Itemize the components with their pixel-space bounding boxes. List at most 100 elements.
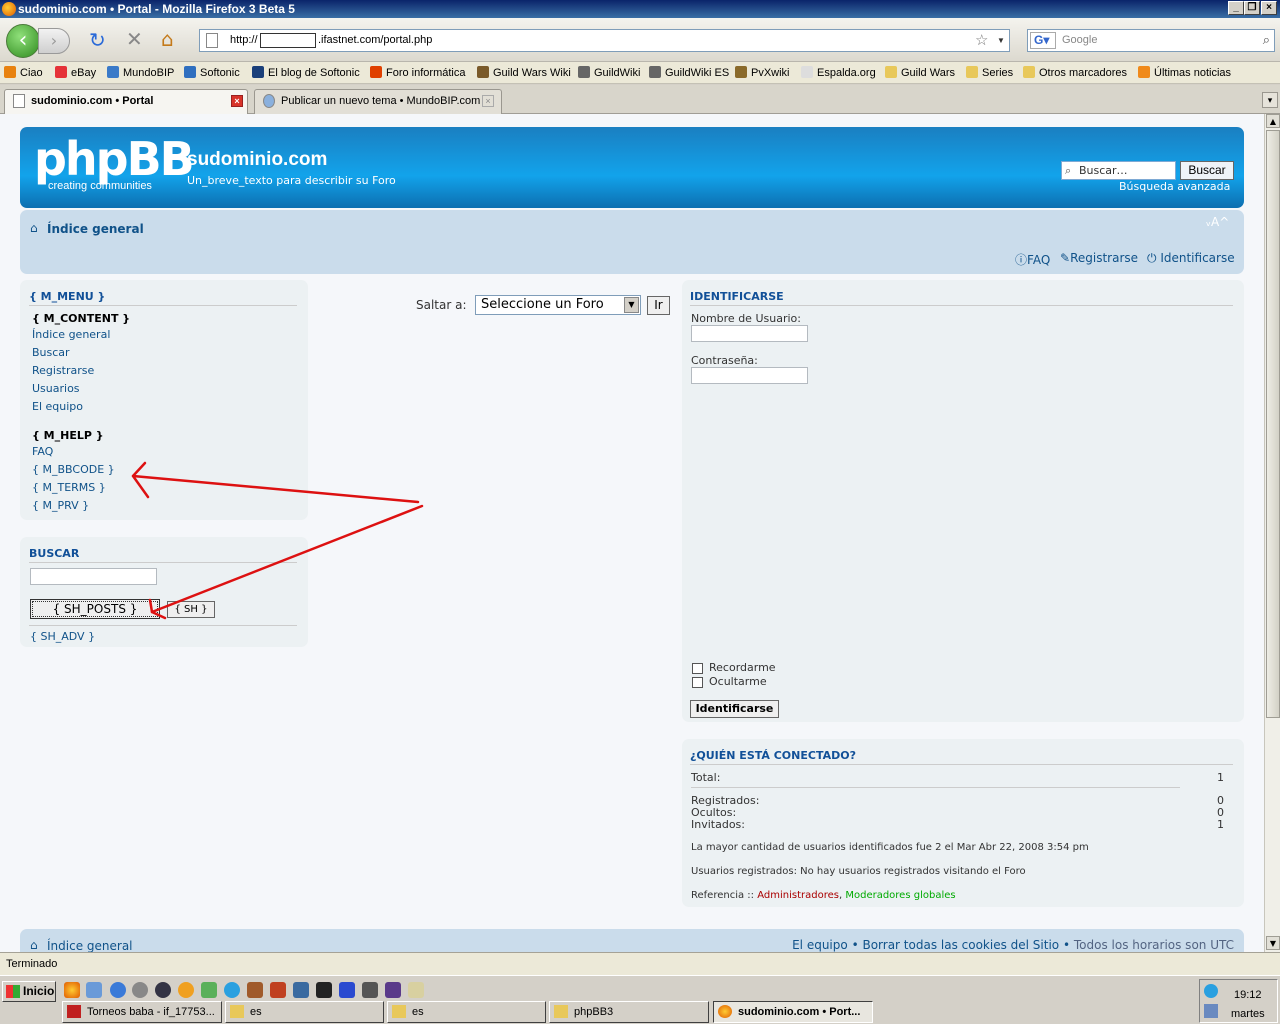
close-window-button[interactable]: × xyxy=(1261,1,1277,15)
jump-select[interactable]: Seleccione un Foro ▼ xyxy=(475,295,641,315)
taskbar-button-firefox[interactable]: sudominio.com • Port... xyxy=(713,1001,873,1023)
start-button[interactable]: Inicio xyxy=(2,981,56,1002)
legend-mods-link[interactable]: Moderadores globales xyxy=(845,890,955,901)
divider xyxy=(691,787,1180,788)
game-quicklaunch-icon[interactable] xyxy=(293,982,309,998)
scrollbar-thumb[interactable] xyxy=(1266,130,1280,718)
close-tab-icon[interactable]: × xyxy=(231,95,243,107)
login-submit-button[interactable]: Identificarse xyxy=(690,700,779,718)
firefox-quicklaunch-icon[interactable] xyxy=(64,982,80,998)
password-input[interactable] xyxy=(691,367,808,384)
tab-list-chevron-down-icon[interactable]: ▾ xyxy=(1262,92,1278,108)
messenger-quicklaunch-icon[interactable] xyxy=(201,982,217,998)
app-quicklaunch-icon[interactable] xyxy=(178,982,194,998)
stop-icon[interactable]: ✕ xyxy=(126,27,143,51)
menu-link-search[interactable]: Buscar xyxy=(32,346,70,359)
app-quicklaunch-icon[interactable] xyxy=(132,982,148,998)
search-icon[interactable]: ⌕ xyxy=(1263,32,1270,48)
minimize-button[interactable]: _ xyxy=(1228,1,1244,15)
bookmark-item[interactable]: Foro informática xyxy=(370,66,465,79)
forum-search-input[interactable]: ⌕ Buscar… xyxy=(1061,161,1176,180)
tab-mundobip[interactable]: Publicar un nuevo tema • MundoBIP.com × xyxy=(254,89,502,114)
reload-icon[interactable]: ↻ xyxy=(89,28,106,52)
forum-search-button[interactable]: Buscar xyxy=(1180,161,1234,180)
portal-search-input[interactable] xyxy=(30,568,157,585)
search-submit-button[interactable]: { SH } xyxy=(167,601,215,618)
menu-link-faq[interactable]: FAQ xyxy=(32,445,53,458)
menu-link-privacy[interactable]: { M_PRV } xyxy=(32,499,89,512)
bookmark-item[interactable]: eBay xyxy=(55,66,96,79)
close-tab-icon[interactable]: × xyxy=(482,95,494,107)
bookmark-item[interactable]: MundoBIP xyxy=(107,66,174,79)
bookmark-item[interactable]: GuildWiki xyxy=(578,66,640,79)
bookmark-item[interactable]: Guild Wars Wiki xyxy=(477,66,571,79)
ie-quicklaunch-icon[interactable] xyxy=(110,982,126,998)
page-scrollbar[interactable]: ▲ ▼ xyxy=(1264,114,1280,952)
taskbar-button-filezilla[interactable]: Torneos baba - if_17753... xyxy=(62,1001,222,1023)
bookmark-item[interactable]: Otros marcadores xyxy=(1023,66,1127,79)
menu-link-register[interactable]: Registrarse xyxy=(32,364,94,377)
legend-admins-link[interactable]: Administradores xyxy=(757,890,839,901)
bookmark-item[interactable]: GuildWiki ES xyxy=(649,66,729,79)
game-quicklaunch-icon[interactable] xyxy=(385,982,401,998)
breadcrumb-index[interactable]: Índice general xyxy=(47,222,144,236)
bookmark-star-icon[interactable]: ☆ xyxy=(975,30,988,51)
faq-link[interactable]: ⓘFAQ xyxy=(1015,251,1050,268)
phpbb-logo[interactable]: phpBB xyxy=(34,132,195,186)
skype-tray-icon[interactable] xyxy=(1204,984,1218,998)
bookmark-item[interactable]: Últimas noticias xyxy=(1138,66,1231,79)
bookmark-item[interactable]: Softonic xyxy=(184,66,240,79)
notepad-quicklaunch-icon[interactable] xyxy=(408,982,424,998)
desktop-quicklaunch-icon[interactable] xyxy=(86,982,102,998)
advanced-search-link[interactable]: Búsqueda avanzada xyxy=(1119,180,1230,193)
app-quicklaunch-icon[interactable] xyxy=(316,982,332,998)
web-search-bar[interactable]: G▾ Google ⌕ xyxy=(1027,29,1275,52)
bookmark-item[interactable]: PvXwiki xyxy=(735,66,790,79)
search-type-select[interactable]: { SH_POSTS } xyxy=(30,599,160,619)
menu-link-bbcode[interactable]: { M_BBCODE } xyxy=(32,463,115,476)
taskbar-button-folder-es2[interactable]: es xyxy=(387,1001,546,1023)
login-link[interactable]: ⏻ Identificarse xyxy=(1147,251,1235,266)
menu-link-terms[interactable]: { M_TERMS } xyxy=(32,481,106,494)
app-quicklaunch-icon[interactable] xyxy=(339,982,355,998)
forward-button[interactable]: › xyxy=(38,28,70,54)
bookmark-item[interactable]: El blog de Softonic xyxy=(252,66,360,79)
advanced-search-link[interactable]: { SH_ADV } xyxy=(30,630,95,643)
skype-quicklaunch-icon[interactable] xyxy=(224,982,240,998)
jump-go-button[interactable]: Ir xyxy=(647,296,670,315)
taskbar-button-folder-es[interactable]: es xyxy=(225,1001,384,1023)
clock-time[interactable]: 19:12 xyxy=(1234,989,1262,1001)
bookmark-item[interactable]: Espalda.org xyxy=(801,66,876,79)
chevron-down-icon[interactable]: ▼ xyxy=(624,297,639,313)
game-quicklaunch-icon[interactable] xyxy=(362,982,378,998)
username-input[interactable] xyxy=(691,325,808,342)
game-quicklaunch-icon[interactable] xyxy=(247,982,263,998)
footer-team-link[interactable]: El equipo xyxy=(792,938,848,952)
game-quicklaunch-icon[interactable] xyxy=(270,982,286,998)
bookmark-item[interactable]: Ciao xyxy=(4,66,43,79)
menu-link-index[interactable]: Índice general xyxy=(32,328,110,341)
media-quicklaunch-icon[interactable] xyxy=(155,982,171,998)
menu-link-team[interactable]: El equipo xyxy=(32,400,83,413)
footer-index-link[interactable]: Índice general xyxy=(47,939,133,952)
chevron-down-icon[interactable]: ▼ xyxy=(997,30,1005,51)
online-total-label: Total: xyxy=(691,771,721,784)
bookmark-item[interactable]: Series xyxy=(966,66,1013,79)
scroll-up-icon[interactable]: ▲ xyxy=(1266,114,1280,128)
scroll-down-icon[interactable]: ▼ xyxy=(1266,936,1280,950)
remember-checkbox[interactable] xyxy=(692,663,703,674)
maximize-button[interactable]: ❐ xyxy=(1244,1,1260,15)
network-tray-icon[interactable] xyxy=(1204,1004,1218,1018)
url-bar[interactable]: http:// .ifastnet.com/portal.php ☆ ▼ xyxy=(199,29,1010,52)
menu-link-users[interactable]: Usuarios xyxy=(32,382,80,395)
home-icon[interactable]: ⌂ xyxy=(161,27,174,51)
google-icon[interactable]: G▾ xyxy=(1030,32,1056,49)
register-link[interactable]: ✎Registrarse xyxy=(1060,251,1138,265)
tab-portal[interactable]: sudominio.com • Portal × xyxy=(4,89,248,114)
hide-checkbox[interactable] xyxy=(692,677,703,688)
bookmark-item[interactable]: Guild Wars xyxy=(885,66,955,79)
back-button[interactable]: ‹ xyxy=(6,24,40,58)
font-size-toggle[interactable]: ᵥA^ xyxy=(1206,215,1229,229)
footer-cookies-link[interactable]: Borrar todas las cookies del Sitio xyxy=(862,938,1059,952)
taskbar-button-folder-phpbb3[interactable]: phpBB3 xyxy=(549,1001,709,1023)
